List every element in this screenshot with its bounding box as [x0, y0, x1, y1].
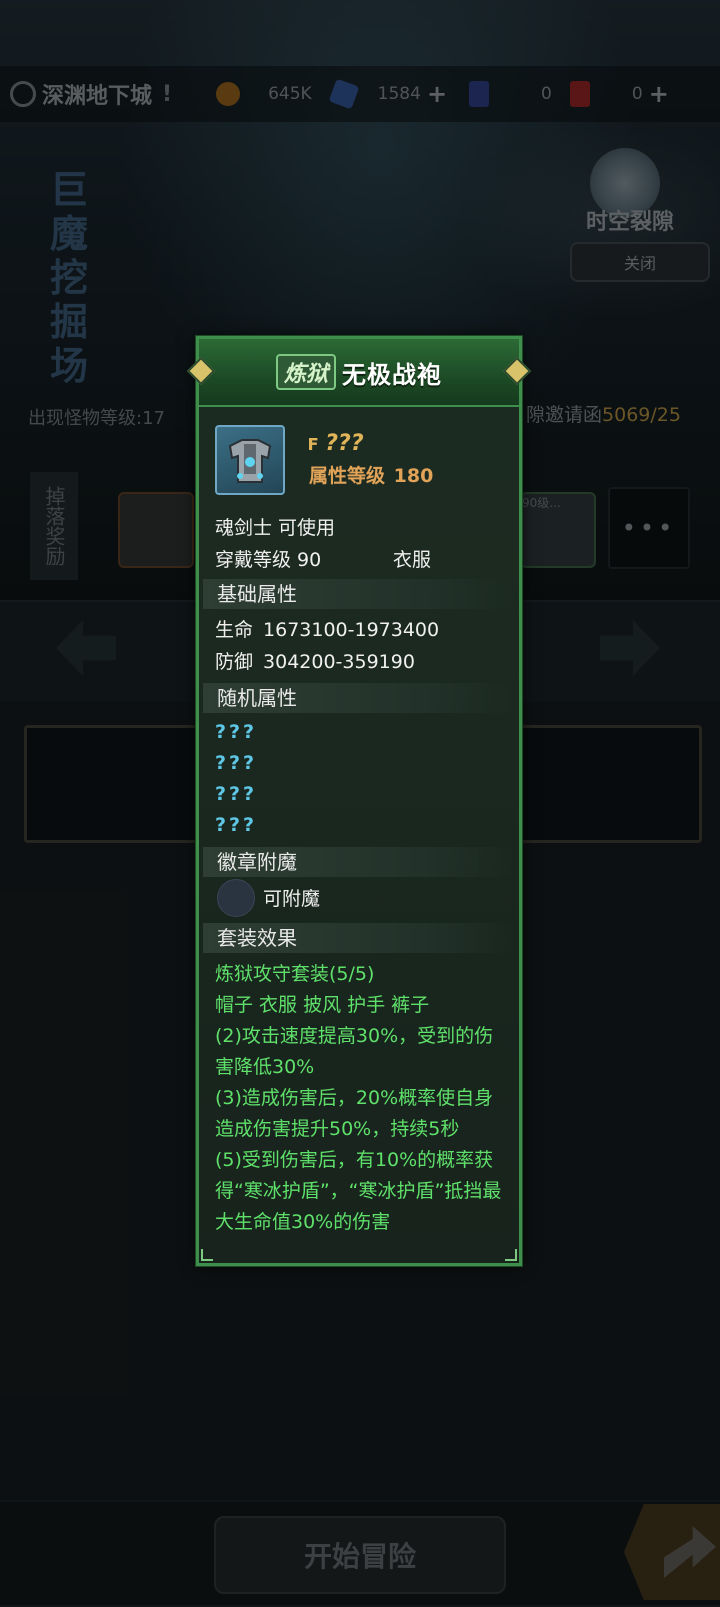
badge-enchant-status: 可附魔	[263, 888, 321, 910]
wear-level: 穿戴等级 90	[215, 549, 322, 571]
attribute-level-value: 180	[393, 465, 434, 487]
attribute-level: 属性等级 180	[307, 461, 433, 488]
set-effect: (2)攻击速度提高30%，受到的伤害降低30%	[215, 1025, 494, 1078]
armor-item-icon	[215, 425, 285, 495]
set-effect: (3)造成伤害后，20%概率使自身造成伤害提升50%，持续5秒	[215, 1087, 494, 1140]
random-stat: ???	[215, 721, 258, 743]
set-effects-header: 套装效果	[203, 923, 515, 953]
base-attributes-header: 基础属性	[203, 579, 515, 609]
random-stat: ???	[215, 814, 258, 836]
random-stat: ???	[215, 752, 258, 774]
stat-defense: 防御 304200-359190	[215, 647, 415, 674]
rarity-row: ꜰ ???	[307, 431, 364, 456]
set-tag: 炼狱	[275, 354, 336, 390]
corner-ornament-icon	[505, 1249, 517, 1261]
set-name: 炼狱攻守套装(5/5)	[215, 963, 375, 985]
stat-value: 304200-359190	[263, 651, 415, 673]
random-stat: ???	[215, 783, 258, 805]
set-parts: 帽子 衣服 披风 护手 裤子	[215, 994, 430, 1016]
rarity-icon: ꜰ	[307, 431, 320, 456]
rarity-text: ???	[325, 431, 364, 456]
item-tooltip: 炼狱 无极战袍 ꜰ ??? 属性等级 180 魂剑士 可使用 穿戴等级 90 衣…	[186, 336, 532, 1266]
random-attributes-header: 随机属性	[203, 683, 515, 713]
slot-type: 衣服	[393, 549, 432, 571]
stat-name: 生命	[215, 619, 254, 641]
item-name: 无极战袍	[342, 360, 442, 389]
stat-hp: 生命 1673100-1973400	[215, 615, 439, 642]
badge-enchant-header: 徽章附魔	[203, 847, 515, 877]
set-effect: (5)受到伤害后，有10%的概率获得“寒冰护盾”，“寒冰护盾”抵挡最大生命值30…	[215, 1149, 502, 1233]
stat-value: 1673100-1973400	[263, 619, 440, 641]
usable-class: 魂剑士 可使用	[215, 517, 336, 539]
item-tooltip-header: 炼狱 无极战袍	[186, 339, 532, 407]
badge-socket-icon	[217, 879, 255, 917]
corner-ornament-icon	[201, 1249, 213, 1261]
attribute-level-label: 属性等级	[309, 465, 386, 487]
stat-name: 防御	[215, 651, 254, 673]
